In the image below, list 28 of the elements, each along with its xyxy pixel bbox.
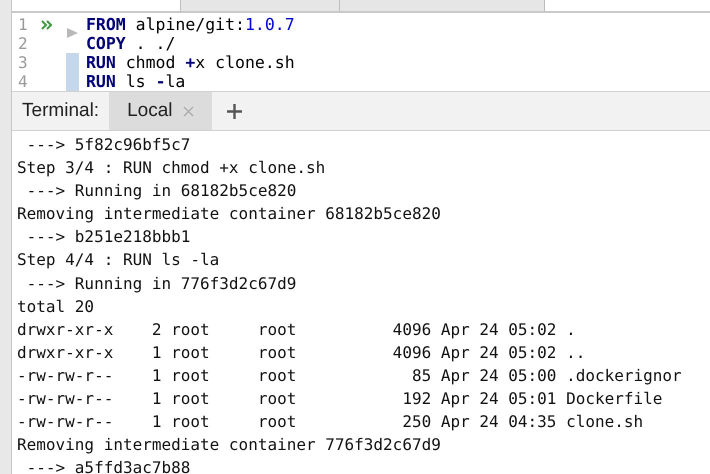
terminal-output-line: -rw-rw-r-- 1 root root 250 Apr 24 04:35 clone.sh <box>17 411 644 434</box>
terminal-output-line: total 20 <box>17 296 94 318</box>
terminal-output-line: Removing intermediate container 68182b5ce820 <box>17 203 441 226</box>
fold-icon[interactable] <box>67 28 78 38</box>
line-number: 1 <box>17 15 29 34</box>
terminal-output-line: Step 4/4 : RUN ls -la <box>17 249 220 272</box>
terminal-output-line: ---> Running in 68182b5ce820 <box>26 180 296 202</box>
run-icon[interactable] <box>41 20 53 30</box>
code-line: RUN ls -la <box>85 72 186 91</box>
terminal-output-line: -rw-rw-r-- 1 root root 85 Apr 24 05:00 .dockerignor <box>17 364 682 387</box>
terminal-tab[interactable]: Local <box>109 92 212 130</box>
terminal-output-line: ---> a5ffd3ac7b88 <box>26 457 190 474</box>
add-icon[interactable] <box>226 102 242 120</box>
terminal-output-line: -rw-rw-r-- 1 root root 192 Apr 24 05:01 Dockerfile <box>17 388 662 410</box>
terminal-output-line: drwxr-xr-x 2 root root 4096 Apr 24 05:02 . <box>17 318 576 341</box>
terminal-output-line: Removing intermediate container 776f3d2c67d9 <box>17 434 441 456</box>
line-number: 2 <box>17 34 29 53</box>
terminal-title: Terminal: <box>21 98 100 123</box>
code-line: FROM alpine/git:1.0.7 <box>85 15 295 34</box>
line-number: 3 <box>17 53 29 72</box>
code-line: RUN chmod +x clone.sh <box>85 53 295 72</box>
line-number: 4 <box>17 72 29 91</box>
code-line: COPY . ./ <box>85 34 176 53</box>
terminal-output-line: drwxr-xr-x 1 root root 4096 Apr 24 05:02 .. <box>17 342 586 364</box>
terminal-output-line: ---> Running in 776f3d2c67d9 <box>26 272 296 295</box>
terminal-output-line: ---> 5f82c96bf5c7 <box>26 134 190 156</box>
terminal-output-line: ---> b251e218bbb1 <box>26 226 190 248</box>
terminal-output-line: Step 3/4 : RUN chmod +x clone.sh <box>17 157 326 180</box>
